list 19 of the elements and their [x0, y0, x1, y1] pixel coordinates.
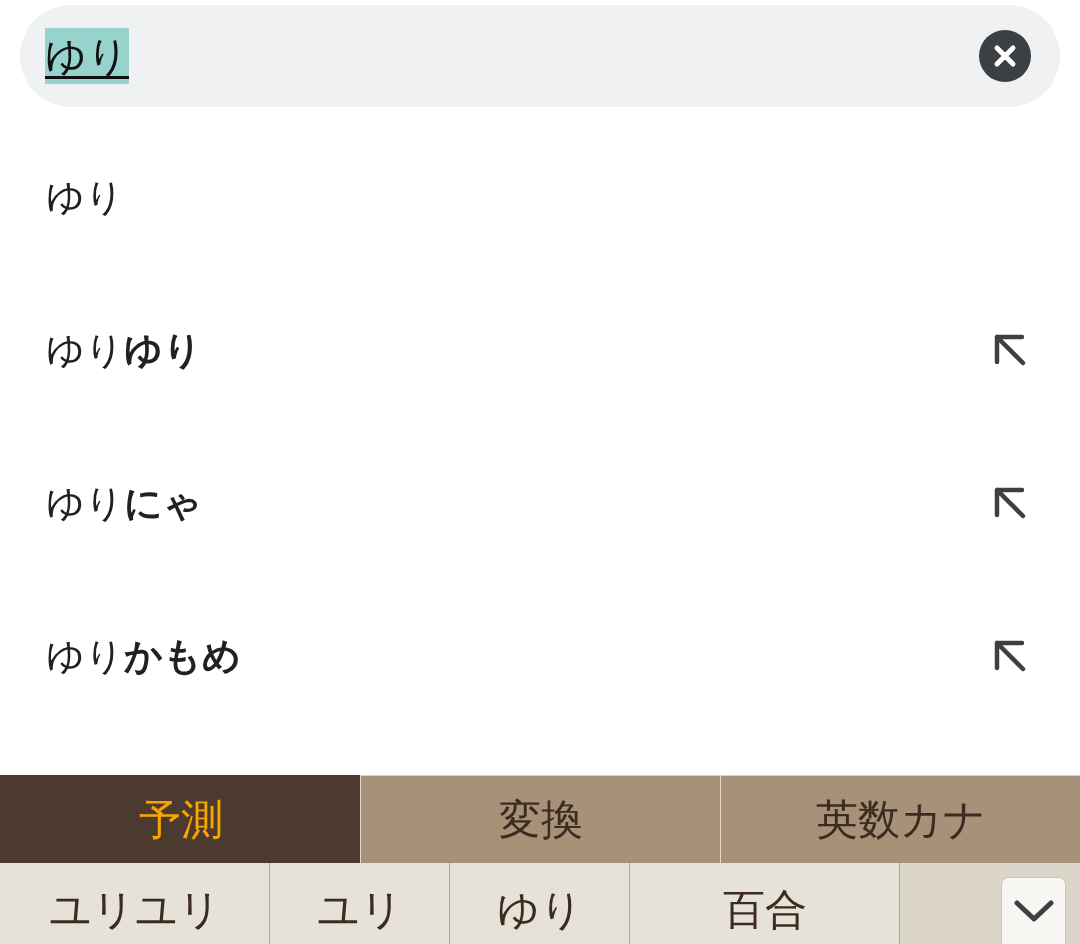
- keyboard-tab[interactable]: 英数カナ: [720, 775, 1080, 863]
- candidate-item[interactable]: ユリ: [270, 863, 450, 944]
- up-left-arrow-icon[interactable]: [993, 485, 1027, 520]
- clear-button[interactable]: [979, 30, 1031, 82]
- search-input[interactable]: ゆり: [45, 28, 129, 84]
- up-left-arrow-icon[interactable]: [993, 638, 1027, 673]
- keyboard-tab[interactable]: 変換: [360, 775, 720, 863]
- suggestion-item[interactable]: ゆりかもめ: [46, 630, 241, 681]
- suggestion-item[interactable]: ゆり: [46, 171, 124, 222]
- expand-button[interactable]: [1001, 877, 1066, 944]
- close-icon: [979, 30, 1031, 82]
- candidate-item[interactable]: 百合: [630, 863, 900, 944]
- candidate-item[interactable]: ユリユリ: [0, 863, 270, 944]
- suggestion-item[interactable]: ゆりにゃ: [46, 477, 202, 528]
- chevron-down-icon: [1012, 899, 1055, 923]
- keyboard-tab[interactable]: 予測: [0, 775, 360, 863]
- up-left-arrow-icon[interactable]: [993, 332, 1027, 367]
- suggestion-item[interactable]: ゆりゆり: [46, 324, 202, 375]
- candidate-item[interactable]: ゆり: [450, 863, 630, 944]
